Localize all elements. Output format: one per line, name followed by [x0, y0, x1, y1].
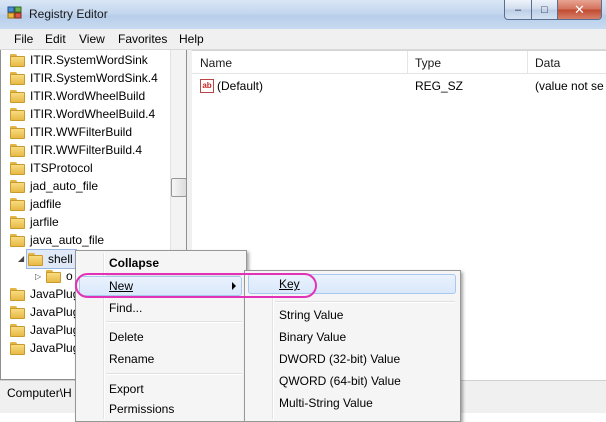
window-title: Registry Editor	[29, 7, 108, 21]
menu-edit[interactable]: Edit	[45, 32, 66, 46]
menu-help[interactable]: Help	[179, 32, 204, 46]
menu-item-string-value[interactable]: String Value	[279, 305, 343, 325]
menu-item-export[interactable]: Export	[109, 379, 144, 399]
value-name: (Default)	[217, 79, 264, 93]
new-submenu: Key String Value Binary Value DWORD (32-…	[244, 270, 461, 422]
menu-item-multi-string-value[interactable]: Multi-String Value	[279, 393, 373, 413]
folder-icon	[10, 197, 26, 211]
minimize-icon: –	[514, 3, 522, 16]
status-path: Computer\H	[7, 386, 72, 400]
folder-icon	[10, 233, 26, 247]
submenu-arrow-icon	[232, 282, 236, 290]
folder-icon	[10, 53, 26, 67]
column-divider[interactable]	[527, 51, 528, 73]
menu-item-delete[interactable]: Delete	[109, 327, 144, 347]
tree-item[interactable]: ITIR.WWFilterBuild.4	[10, 141, 142, 159]
string-value-icon: ab	[200, 79, 214, 93]
menu-item-qword-value[interactable]: QWORD (64-bit) Value	[279, 371, 401, 391]
folder-icon	[10, 215, 26, 229]
tree-item[interactable]: ITIR.SystemWordSink.4	[10, 69, 158, 87]
folder-icon	[10, 341, 26, 355]
tree-item[interactable]: jadfile	[10, 195, 61, 213]
context-menu: Collapse New Find... Delete Rename Expor…	[75, 250, 247, 422]
close-button[interactable]: ✕	[558, 0, 602, 20]
maximize-button[interactable]: □	[532, 0, 558, 20]
tree-item[interactable]: ITIR.WordWheelBuild	[10, 87, 145, 105]
menu-favorites[interactable]: Favorites	[118, 32, 167, 46]
menu-view[interactable]: View	[79, 32, 105, 46]
folder-icon	[10, 305, 26, 319]
folder-icon	[10, 323, 26, 337]
folder-icon	[10, 143, 26, 157]
folder-icon	[10, 89, 26, 103]
folder-icon	[10, 179, 26, 193]
tree-item[interactable]: ITIR.WWFilterBuild	[10, 123, 132, 141]
tree-item[interactable]: JavaPlug	[10, 303, 79, 321]
tree-item[interactable]: JavaPlug	[10, 339, 79, 357]
menu-item-key[interactable]: Key	[248, 274, 456, 294]
value-data: (value not se	[535, 79, 604, 93]
tree-item[interactable]: jad_auto_file	[10, 177, 98, 195]
menu-item-collapse[interactable]: Collapse	[109, 253, 159, 273]
menu-bar: File Edit View Favorites Help	[0, 29, 606, 50]
column-data[interactable]: Data	[535, 56, 560, 70]
tree-item[interactable]: JavaPlug	[10, 321, 79, 339]
column-name[interactable]: Name	[200, 56, 232, 70]
tree-item[interactable]: ITSProtocol	[10, 159, 93, 177]
maximize-icon: □	[541, 3, 548, 16]
minimize-button[interactable]: –	[504, 0, 532, 20]
tree-item[interactable]: JavaPlug	[10, 285, 79, 303]
value-type: REG_SZ	[415, 79, 464, 93]
menu-item-permissions[interactable]: Permissions	[109, 399, 174, 419]
folder-icon	[10, 287, 26, 301]
menu-item-new[interactable]: New	[79, 276, 242, 296]
menu-item-rename[interactable]: Rename	[109, 349, 154, 369]
menu-item-find[interactable]: Find...	[109, 298, 142, 318]
folder-icon	[10, 125, 26, 139]
column-divider[interactable]	[407, 51, 408, 73]
folder-icon	[28, 252, 44, 266]
tree-item[interactable]: java_auto_file	[10, 231, 104, 249]
menu-item-binary-value[interactable]: Binary Value	[279, 327, 346, 347]
registry-editor-icon	[7, 6, 22, 19]
tree-item-selected[interactable]: shell	[26, 249, 77, 269]
tree-item[interactable]: jarfile	[10, 213, 59, 231]
tree-item[interactable]: o	[46, 267, 73, 285]
expand-triangle-icon[interactable]: ▷	[35, 272, 41, 281]
menu-item-dword-value[interactable]: DWORD (32-bit) Value	[279, 349, 400, 369]
title-bar: Registry Editor – □ ✕	[0, 0, 606, 30]
menu-file[interactable]: File	[14, 32, 33, 46]
table-row[interactable]: ab (Default) REG_SZ (value not se	[192, 77, 606, 95]
list-header: Name Type Data	[192, 51, 606, 74]
folder-icon	[10, 161, 26, 175]
tree-item[interactable]: ITIR.WordWheelBuild.4	[10, 105, 155, 123]
collapse-triangle-icon[interactable]: ◢	[18, 254, 24, 263]
tree-scroll-thumb[interactable]	[171, 178, 186, 197]
folder-icon	[10, 71, 26, 85]
close-icon: ✕	[574, 1, 585, 17]
tree-item[interactable]: ITIR.SystemWordSink	[10, 51, 148, 69]
column-type[interactable]: Type	[415, 56, 441, 70]
folder-icon	[10, 107, 26, 121]
folder-icon	[46, 269, 62, 283]
